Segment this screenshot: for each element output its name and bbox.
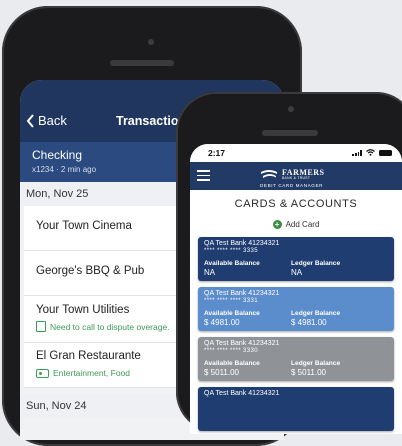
wifi-icon (366, 149, 375, 156)
card-item[interactable]: QA Test Bank 41234321 **** **** **** 333… (198, 237, 394, 281)
transaction-category: Entertainment, Food (36, 368, 130, 378)
ledger-value: NA (291, 268, 303, 277)
brand-subtitle: DEBIT CARD MANAGER (260, 183, 324, 188)
plus-icon: + (272, 220, 282, 229)
transaction-name: George's BBQ & Pub (36, 265, 145, 277)
front-phone: 2:17 FARMERS BANK & TRUST DEBIT CARD MAN… (176, 92, 402, 434)
brand-mark-icon (261, 170, 277, 178)
status-icons (352, 149, 392, 156)
card-bank: QA Test Bank 41234321 (204, 390, 280, 397)
camera (288, 106, 294, 112)
speaker (110, 60, 174, 66)
transaction-note: Need to call to dispute overage. (36, 321, 170, 332)
speaker (262, 130, 318, 136)
note-icon (36, 321, 46, 332)
card-number: **** **** **** 3330 (204, 348, 258, 354)
add-card-label: Add Card (285, 220, 320, 229)
add-card-button[interactable]: + Add Card (190, 220, 402, 229)
available-value: $ 4981.00 (204, 318, 240, 327)
signal-icon (352, 149, 362, 156)
card-bank: QA Test Bank 41234321 (204, 290, 280, 297)
back-button[interactable]: Back (26, 113, 67, 128)
camera (148, 39, 154, 45)
card-bank: QA Test Bank 41234321 (204, 240, 280, 247)
menu-icon[interactable] (197, 170, 210, 184)
ledger-label: Ledger Balance (291, 310, 341, 317)
transaction-name: Your Town Utilities (36, 304, 130, 316)
cards-screen: 2:17 FARMERS BANK & TRUST DEBIT CARD MAN… (190, 144, 402, 434)
status-bar: 2:17 (190, 144, 402, 162)
card-number: **** **** **** 3335 (204, 248, 258, 254)
ledger-label: Ledger Balance (291, 360, 341, 367)
app-header: FARMERS BANK & TRUST DEBIT CARD MANAGER (190, 162, 402, 190)
available-label: Available Balance (204, 360, 260, 367)
battery-icon (379, 149, 392, 156)
category-text: Entertainment, Food (53, 368, 131, 378)
account-subtitle: x1234 · 2 min ago (32, 165, 97, 174)
available-label: Available Balance (204, 310, 260, 317)
card-item[interactable]: QA Test Bank 41234321 **** **** **** 333… (198, 337, 394, 381)
available-value: NA (204, 268, 216, 277)
tag-icon (36, 368, 49, 378)
card-bank: QA Test Bank 41234321 (204, 340, 280, 347)
status-time: 2:17 (208, 148, 226, 158)
account-name: Checking (32, 148, 83, 162)
ledger-value: $ 5011.00 (291, 368, 326, 377)
transaction-name: El Gran Restaurante (36, 350, 141, 362)
section-title: CARDS & ACCOUNTS (234, 198, 358, 210)
ledger-label: Ledger Balance (291, 260, 341, 267)
card-item[interactable]: QA Test Bank 41234321 (198, 387, 394, 431)
ledger-value: $ 4981.00 (291, 318, 327, 327)
card-number: **** **** **** 3331 (204, 298, 258, 304)
card-item[interactable]: QA Test Bank 41234321 **** **** **** 333… (198, 287, 394, 331)
chevron-left-icon (26, 113, 34, 128)
available-value: $ 5011.00 (204, 368, 239, 377)
note-text: Need to call to dispute overage. (50, 321, 170, 332)
transaction-name: Your Town Cinema (36, 220, 132, 232)
available-label: Available Balance (204, 260, 260, 267)
back-label: Back (38, 113, 67, 128)
brand-tag: BANK & TRUST (282, 176, 311, 180)
